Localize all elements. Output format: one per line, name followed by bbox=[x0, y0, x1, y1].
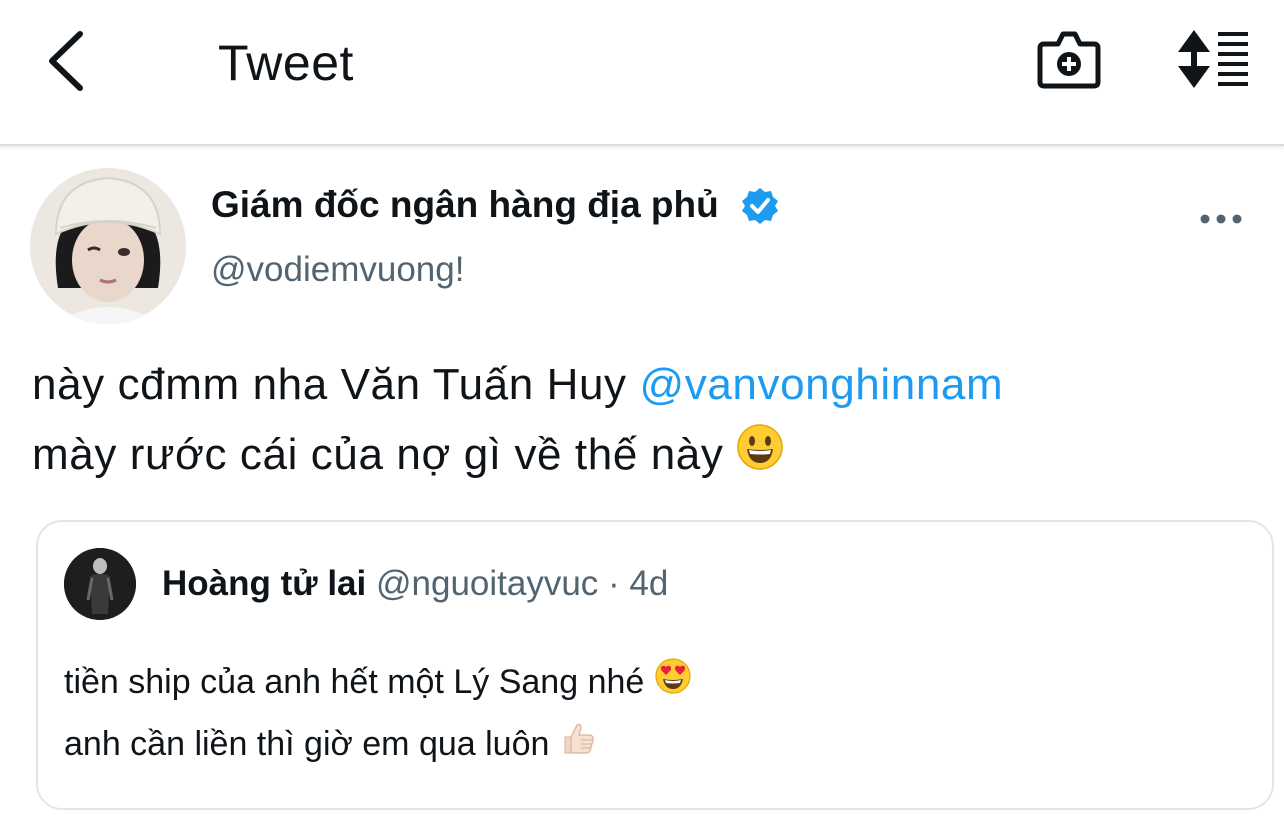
top-navigation-bar: Tweet bbox=[0, 0, 1284, 146]
author-avatar[interactable] bbox=[30, 168, 186, 324]
author-name[interactable]: Giám đốc ngân hàng địa phủ bbox=[211, 184, 719, 226]
chevron-left-icon bbox=[49, 31, 83, 91]
quoted-timestamp: 4d bbox=[629, 564, 669, 603]
verified-badge-icon bbox=[740, 186, 780, 226]
quoted-line-1-text: tiền ship của anh hết một Lý Sang nhé bbox=[64, 663, 654, 701]
quoted-author-avatar[interactable] bbox=[64, 548, 136, 620]
quoted-tweet-text: tiền ship của anh hết một Lý Sang nhé an… bbox=[64, 652, 692, 776]
quoted-author-handle[interactable]: @nguoitayvuc bbox=[376, 564, 598, 603]
mention-link[interactable]: @vanvonghinnam bbox=[639, 360, 1003, 409]
tweet-line-2: mày rước cái của nợ gì về thế này bbox=[32, 420, 1003, 492]
quoted-tweet-header: Hoàng tử lai @nguoitayvuc · 4d bbox=[162, 564, 668, 604]
thumbs-up-emoji bbox=[559, 716, 597, 776]
tweet-text: này cđmm nha Văn Tuấn Huy @vanvonghinnam… bbox=[32, 350, 1003, 492]
tweet-line-1-text: này cđmm nha Văn Tuấn Huy bbox=[32, 360, 640, 409]
quoted-line-1: tiền ship của anh hết một Lý Sang nhé bbox=[64, 652, 692, 714]
quoted-line-2: anh cần liền thì giờ em qua luôn bbox=[64, 714, 692, 776]
camera-plus-icon bbox=[1037, 31, 1101, 89]
sort-list-icon bbox=[1178, 30, 1248, 88]
tweet-line-2-text: mày rước cái của nợ gì về thế này bbox=[32, 430, 737, 479]
more-horizontal-icon bbox=[1200, 214, 1242, 224]
quoted-line-2-text: anh cần liền thì giờ em qua luôn bbox=[64, 725, 559, 764]
page-title: Tweet bbox=[218, 35, 354, 91]
quoted-tweet-card[interactable]: Hoàng tử lai @nguoitayvuc · 4d tiền ship… bbox=[36, 520, 1274, 810]
quoted-author-name[interactable]: Hoàng tử lai bbox=[162, 564, 366, 603]
more-options-button[interactable] bbox=[1196, 204, 1246, 234]
quoted-separator: · bbox=[598, 564, 630, 603]
camera-button[interactable] bbox=[1034, 26, 1104, 92]
grinning-face-emoji bbox=[736, 422, 784, 492]
sort-button[interactable] bbox=[1172, 28, 1252, 90]
tweet-line-1: này cđmm nha Văn Tuấn Huy @vanvonghinnam bbox=[32, 350, 1003, 420]
heart-eyes-emoji bbox=[654, 654, 692, 714]
avatar-photo bbox=[30, 168, 186, 324]
back-button[interactable] bbox=[38, 28, 98, 94]
quoted-avatar-photo bbox=[64, 548, 136, 620]
author-handle[interactable]: @vodiemvuong! bbox=[211, 250, 464, 290]
